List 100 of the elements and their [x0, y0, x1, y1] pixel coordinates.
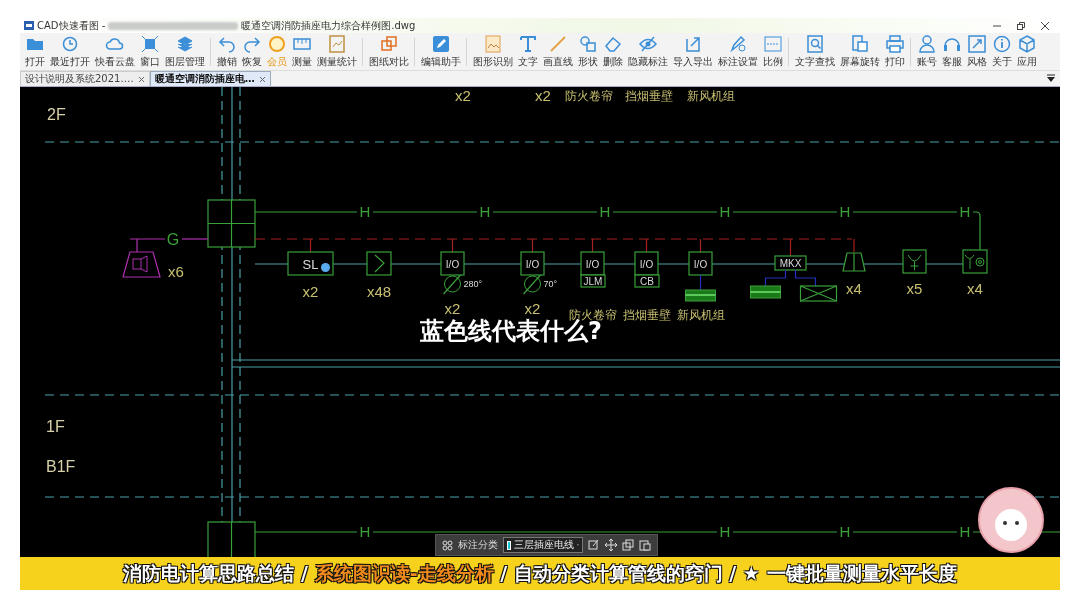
drawing-label: 挡烟垂壁: [625, 89, 673, 103]
pipe-label: H: [359, 203, 371, 220]
eraser-icon: [602, 34, 623, 54]
cube-icon: [1016, 34, 1037, 54]
chart-icon: [326, 34, 347, 54]
move-icon[interactable]: [605, 539, 617, 551]
copy-icon[interactable]: [622, 539, 634, 551]
count-label: x5: [906, 280, 923, 297]
app-logo-icon: [24, 21, 34, 30]
drawing-label: 防火卷帘: [565, 89, 613, 103]
drawing-label: x2: [535, 87, 551, 104]
pipe-label: H: [719, 203, 731, 220]
pipe-label: H: [359, 523, 371, 540]
toolbar-button[interactable]: 图形识别: [470, 33, 515, 70]
angle-label: 280°: [463, 279, 483, 289]
count-label: x48: [366, 283, 392, 300]
scale-icon: [762, 34, 783, 54]
overlap-squares-icon: [378, 34, 399, 54]
toolbar-button[interactable]: 关于: [989, 33, 1014, 70]
device-label: I/O: [693, 259, 708, 270]
redo-icon: [241, 34, 262, 54]
document-tab[interactable]: 暖通空调消防插座电…: [149, 71, 271, 86]
toolbar-button[interactable]: 形状: [575, 33, 600, 70]
person-icon: [916, 34, 937, 54]
drawing-label: x2: [455, 87, 471, 104]
toolbar-button[interactable]: 比例: [760, 33, 785, 70]
eye-slash-icon: [637, 34, 658, 54]
layer-color-swatch: [507, 540, 512, 550]
window-title: 暖通空调消防插座电力综合样例图.dwg: [241, 18, 416, 33]
toolbar-label: 标注分类: [458, 538, 498, 552]
toolbar-button[interactable]: 风格: [964, 33, 989, 70]
angle-label: 70°: [543, 279, 558, 289]
pipe-label: H: [479, 203, 491, 220]
device-label: I/O: [639, 259, 654, 270]
toolbar-button[interactable]: 账号: [914, 33, 939, 70]
dropdown-caret-icon[interactable]: [1046, 74, 1056, 84]
toolbar-button[interactable]: 应用: [1014, 33, 1039, 70]
toolbar-button[interactable]: 删除: [600, 33, 625, 70]
toolbar-button[interactable]: 最近打开: [47, 33, 92, 70]
toolbar-button[interactable]: 打开: [22, 33, 47, 70]
count-label: x4: [846, 280, 862, 297]
toolbar-button[interactable]: 恢复: [239, 33, 264, 70]
count-label: x6: [168, 263, 184, 280]
toolbar-button[interactable]: 图纸对比: [366, 33, 411, 70]
subtitle-text: 消防电计算思路总结 / 系统图识读-走线分析 / 自动分类计算管线的窍门 / ★ 一键批量测量水平长度: [123, 560, 957, 586]
pipe-label: H: [959, 203, 971, 220]
close-icon[interactable]: [1040, 20, 1050, 31]
restore-icon[interactable]: [1016, 20, 1026, 31]
search-icon: [804, 34, 825, 54]
floor-label: 1F: [46, 418, 65, 435]
close-icon[interactable]: [137, 75, 145, 83]
layer-dropdown[interactable]: 三层插座电线: [503, 537, 583, 553]
toolbar-button[interactable]: 测量: [289, 33, 314, 70]
paste-icon[interactable]: [639, 539, 651, 551]
pipe-label: H: [839, 203, 851, 220]
device-label: I/O: [585, 259, 600, 270]
toolbar-button[interactable]: 打印: [882, 33, 907, 70]
info-icon: [991, 34, 1012, 54]
toolbar-button[interactable]: 图层管理: [162, 33, 207, 70]
edit-icon[interactable]: [588, 539, 600, 551]
pipe-label: H: [719, 523, 731, 540]
document-tab[interactable]: 设计说明及系统2021.…: [20, 71, 150, 86]
vip-badge-icon: [266, 34, 287, 54]
toolbar-button[interactable]: 客服: [939, 33, 964, 70]
drawing-label: 新风机组: [687, 89, 735, 103]
pipe-label: H: [959, 523, 971, 540]
toolbar-button[interactable]: 文字: [515, 33, 540, 70]
toolbar-button[interactable]: 快看云盘: [92, 33, 137, 70]
device-label: I/O: [525, 259, 540, 270]
toolbar-button[interactable]: 画直线: [540, 33, 575, 70]
floor-label: 2F: [47, 106, 66, 123]
undo-icon: [216, 34, 237, 54]
count-label: x2: [444, 300, 461, 317]
toolbar-button[interactable]: 文字查找: [792, 33, 837, 70]
toolbar-button[interactable]: 编辑助手: [418, 33, 463, 70]
toolbar-button[interactable]: 隐藏标注: [625, 33, 670, 70]
close-icon[interactable]: [258, 75, 266, 83]
floor-label: B1F: [46, 458, 76, 475]
device-label: MKX: [779, 258, 802, 269]
pipe-label: H: [599, 203, 611, 220]
cursor-icon: [321, 263, 330, 272]
grid-icon[interactable]: [442, 539, 453, 551]
shapes-icon: [577, 34, 598, 54]
resize-icon: [966, 34, 987, 54]
toolbar-button[interactable]: 窗口: [137, 33, 162, 70]
pipe-label: G: [166, 231, 180, 248]
window-title: CAD快速看图 -: [37, 18, 106, 33]
text-icon: [517, 34, 538, 54]
device-label: SL: [302, 257, 319, 272]
device-label: I/O: [445, 259, 460, 270]
drawing-label: 新风机组: [676, 308, 725, 322]
toolbar-button[interactable]: 标注设置: [715, 33, 760, 70]
toolbar-button[interactable]: 屏幕旋转: [837, 33, 882, 70]
toolbar-button[interactable]: 撤销: [214, 33, 239, 70]
count-label: x2: [524, 300, 541, 317]
toolbar-button[interactable]: 测量统计: [314, 33, 359, 70]
toolbar-button[interactable]: 导入导出: [670, 33, 715, 70]
mascot-avatar-icon: [978, 487, 1044, 553]
count-label: x2: [302, 283, 319, 300]
window-icon: [139, 34, 160, 54]
